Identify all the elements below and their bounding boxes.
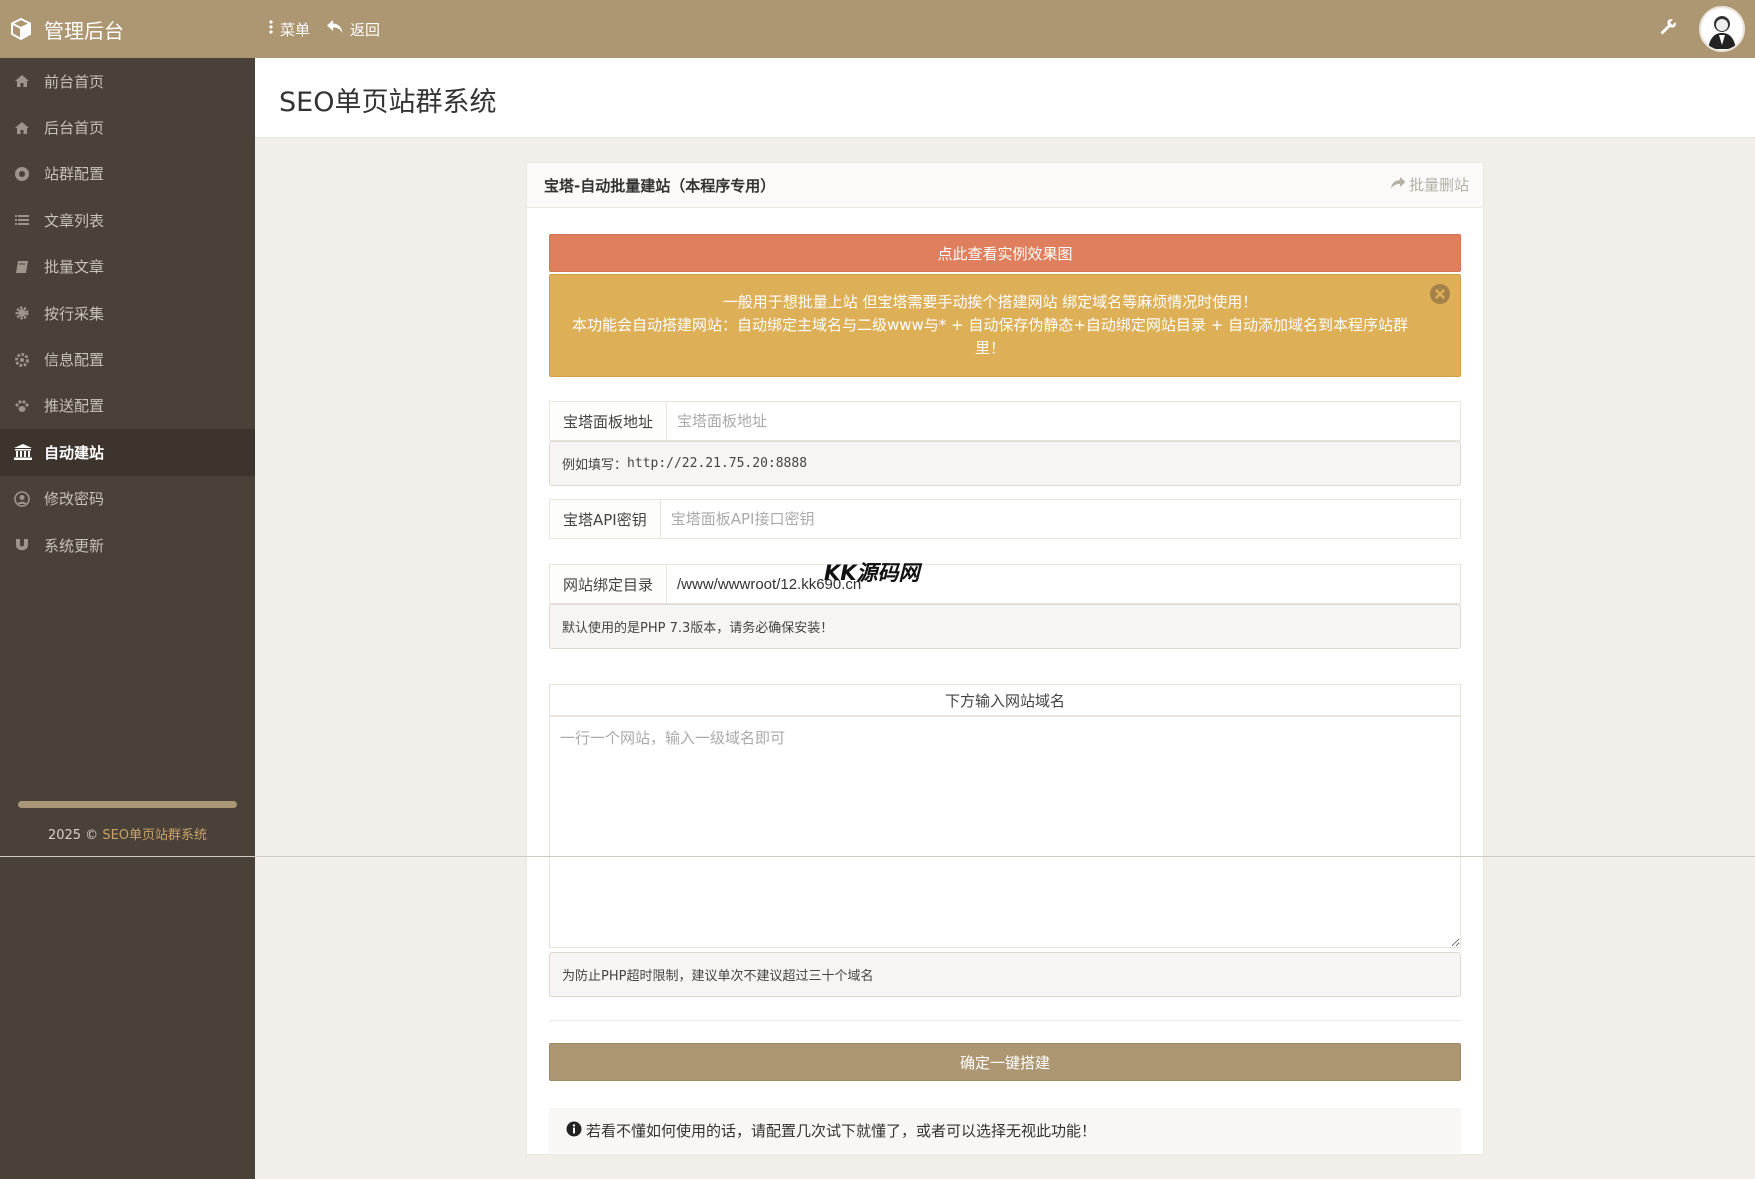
confirm-build-button[interactable]: 确定一键搭建: [549, 1043, 1461, 1081]
wrench-icon[interactable]: [1659, 18, 1677, 40]
sidebar-item-label: 修改密码: [44, 490, 105, 509]
site-dir-group: 网站绑定目录: [549, 564, 1461, 604]
top-right-tools: [1659, 0, 1745, 58]
top-links: 菜单 返回: [268, 0, 380, 58]
home-icon: [14, 73, 30, 89]
usage-tip-text: 若看不懂如何使用的话，请配置几次试下就懂了，或者可以选择无视此功能！: [586, 1122, 1097, 1140]
sidebar-footer: 2025 © SEO单页站群系统: [0, 824, 255, 843]
back-label: 返回: [350, 20, 381, 39]
panel-url-help-example: http://22.21.75.20:8888: [627, 456, 808, 471]
watermark: KK源码网: [824, 561, 920, 585]
magnet-icon: [14, 537, 30, 553]
sidebar-item-5[interactable]: 批量文章: [0, 244, 255, 290]
sidebar-item-label: 前台首页: [44, 72, 105, 91]
sidebar: 前台首页后台首页站群配置文章列表批量文章按行采集信息配置推送配置自动建站修改密码…: [0, 58, 255, 1179]
domain-help: 为防止PHP超时限制，建议单次不建议超过三十个域名: [549, 952, 1461, 997]
panel-title: 宝塔-自动批量建站（本程序专用）: [544, 177, 776, 195]
close-icon[interactable]: [1430, 284, 1450, 304]
footer-copyright: 2025 ©: [47, 828, 103, 843]
sidebar-item-9[interactable]: 自动建站: [0, 429, 255, 476]
panel-url-label: 宝塔面板地址: [550, 402, 668, 440]
sidebar-item-11[interactable]: 系统更新: [0, 522, 255, 568]
brand[interactable]: 管理后台: [10, 0, 124, 58]
sidebar-item-label: 按行采集: [44, 304, 105, 323]
site-dir-label: 网站绑定目录: [550, 565, 668, 603]
list-icon: [14, 212, 30, 228]
share-icon: [1390, 176, 1406, 194]
sidebar-item-4[interactable]: 文章列表: [0, 197, 255, 243]
horizontal-rule: [0, 856, 1755, 857]
site-dir-input[interactable]: [667, 565, 1460, 603]
sidebar-item-label: 批量文章: [44, 258, 105, 277]
sidebar-nav: 前台首页后台首页站群配置文章列表批量文章按行采集信息配置推送配置自动建站修改密码…: [0, 58, 255, 568]
top-bar: 管理后台 菜单 返回: [0, 0, 1755, 58]
gear-icon: [14, 305, 30, 321]
page-header: SEO单页站群系统: [255, 58, 1755, 138]
panel-url-input[interactable]: [667, 402, 1460, 440]
domain-textarea[interactable]: [549, 716, 1461, 948]
api-key-input[interactable]: [660, 500, 1460, 538]
page-title: SEO单页站群系统: [279, 87, 497, 118]
sidebar-item-label: 自动建站: [44, 443, 105, 462]
brand-title: 管理后台: [44, 18, 124, 43]
sidebar-item-1[interactable]: 前台首页: [0, 58, 255, 104]
info-alert: 一般用于想批量上站 但宝塔需要手动挨个搭建网站 绑定域名等麻烦情况时使用！ 本功…: [549, 274, 1461, 377]
chrome-icon: [14, 166, 30, 182]
sidebar-item-3[interactable]: 站群配置: [0, 151, 255, 197]
bank-icon: [14, 444, 32, 461]
book-icon: [14, 259, 30, 275]
sidebar-item-label: 站群配置: [44, 165, 105, 184]
usage-tip: 若看不懂如何使用的话，请配置几次试下就懂了，或者可以选择无视此功能！: [549, 1108, 1461, 1153]
sidebar-item-label: 文章列表: [44, 211, 105, 230]
menu-toggle-button[interactable]: 菜单: [268, 19, 310, 40]
view-demo-button[interactable]: 点此查看实例效果图: [549, 234, 1461, 272]
sidebar-item-label: 系统更新: [44, 536, 105, 555]
alert-line-2: 本功能会自动搭建网站：自动绑定主域名与二级www与* + 自动保存伪静态+自动绑…: [571, 316, 1409, 357]
sidebar-item-10[interactable]: 修改密码: [0, 476, 255, 522]
paw-icon: [14, 398, 30, 414]
menu-label: 菜单: [280, 20, 311, 39]
home-icon: [14, 120, 30, 136]
form-divider: [549, 1020, 1461, 1021]
domain-header: 下方输入网站域名: [549, 684, 1461, 716]
sidebar-item-8[interactable]: 推送配置: [0, 383, 255, 429]
panel-header: 宝塔-自动批量建站（本程序专用） 批量删站: [527, 163, 1483, 208]
user-circle-icon: [14, 490, 30, 507]
site-dir-help: 默认使用的是PHP 7.3版本，请务必确保安装！: [549, 604, 1461, 649]
sidebar-item-label: 推送配置: [44, 397, 105, 416]
panel-url-help-prefix: 例如填写：: [562, 458, 628, 473]
alert-line-1: 一般用于想批量上站 但宝塔需要手动挨个搭建网站 绑定域名等麻烦情况时使用！: [722, 293, 1258, 311]
sidebar-item-2[interactable]: 后台首页: [0, 104, 255, 150]
panel-url-group: 宝塔面板地址: [549, 401, 1461, 441]
footer-system-link[interactable]: SEO单页站群系统: [102, 828, 207, 843]
batch-delete-link[interactable]: 批量删站: [1390, 174, 1469, 195]
ellipsis-vertical-icon: [268, 20, 274, 38]
sidebar-scrollbar[interactable]: [18, 801, 237, 808]
cube-icon: [10, 17, 32, 41]
sidebar-item-6[interactable]: 按行采集: [0, 290, 255, 336]
api-key-label: 宝塔API密钥: [550, 500, 661, 538]
batch-delete-label: 批量删站: [1408, 176, 1469, 194]
sidebar-item-label: 后台首页: [44, 119, 105, 138]
info-circle-icon: [566, 1121, 582, 1141]
auto-build-panel: 宝塔-自动批量建站（本程序专用） 批量删站 点此查看实例效果图 一般用于想批量上…: [526, 162, 1484, 1155]
panel-url-help: 例如填写： http://22.21.75.20:8888: [549, 441, 1461, 486]
api-key-group: 宝塔API密钥: [549, 499, 1461, 539]
sidebar-item-label: 信息配置: [44, 351, 105, 370]
cog-icon: [14, 352, 30, 368]
sidebar-item-7[interactable]: 信息配置: [0, 336, 255, 382]
reply-icon: [326, 19, 344, 39]
avatar[interactable]: [1699, 6, 1745, 52]
back-button[interactable]: 返回: [326, 19, 380, 40]
